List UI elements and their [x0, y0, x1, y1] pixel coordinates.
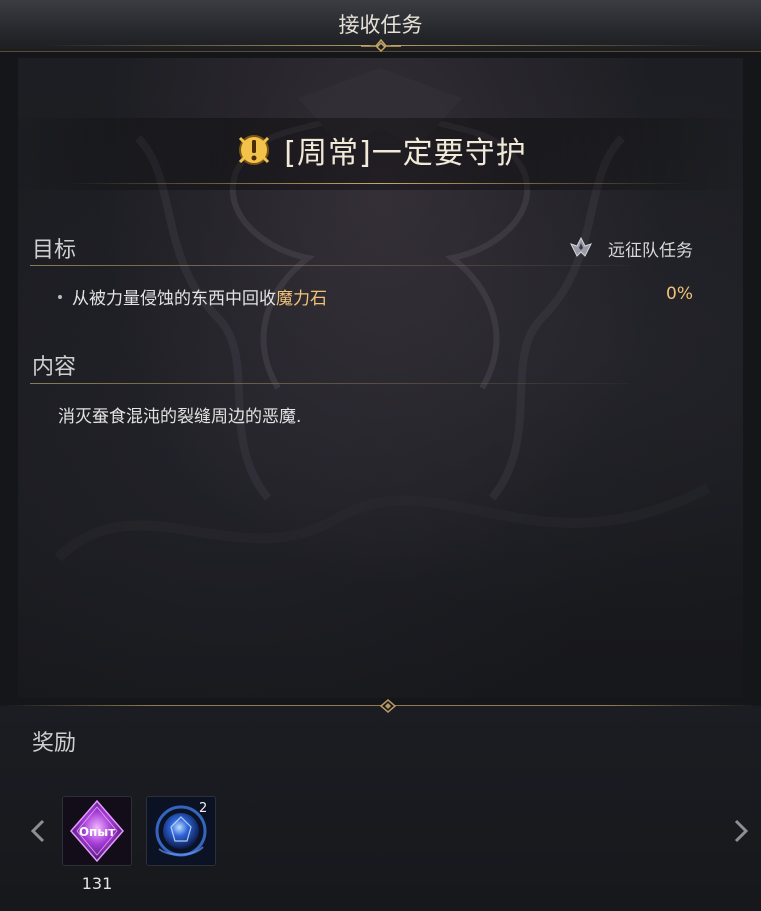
- quest-type-tag: 远征队任务: [568, 235, 693, 261]
- content-header: 内容: [32, 355, 77, 380]
- objective-highlight: 魔力石: [276, 289, 327, 309]
- content-description: 消灭蚕食混沌的裂缝周边的恶魔.: [58, 407, 302, 427]
- divider-ornament-icon: [379, 699, 397, 713]
- exp-item-label: Опыт: [79, 825, 115, 839]
- quest-title-row: [周常]一定要守护: [0, 128, 761, 172]
- title-ornament-icon: [361, 38, 401, 53]
- title-bar: 接收任务: [0, 0, 761, 53]
- objective-text: 从被力量侵蚀的东西中回收: [72, 289, 276, 309]
- expedition-emblem-icon: [570, 236, 592, 257]
- reward-header: 奖励: [32, 731, 77, 756]
- exp-reward-count: 131: [81, 874, 113, 893]
- quest-type-label: 远征队任务: [608, 240, 693, 261]
- bullet-icon: [58, 294, 62, 299]
- title-deco-line-left: [40, 45, 370, 46]
- objective-divider: [30, 265, 630, 266]
- objective-header: 目标: [32, 238, 77, 263]
- exp-crystal-icon: Опыт: [63, 797, 131, 865]
- objective-progress: 0%: [666, 284, 693, 304]
- exp-reward-item[interactable]: Опыт: [62, 796, 132, 866]
- content-divider: [30, 383, 630, 384]
- chevron-right-icon[interactable]: [731, 816, 751, 846]
- gem-reward-badge: 2: [199, 801, 208, 816]
- quest-title-underline: [70, 183, 690, 184]
- objective-item: 从被力量侵蚀的东西中回收 魔力石: [58, 284, 327, 309]
- title-deco-line-right: [391, 45, 721, 46]
- chevron-left-icon[interactable]: [28, 816, 48, 846]
- quest-accept-window: 接收任务 [周常]一定要守护 目标 远征队任务 从被力量侵蚀的东西中回收 魔力石…: [0, 0, 761, 911]
- exclamation-quest-icon: [239, 135, 270, 165]
- quest-title: [周常]一定要守护: [284, 136, 527, 171]
